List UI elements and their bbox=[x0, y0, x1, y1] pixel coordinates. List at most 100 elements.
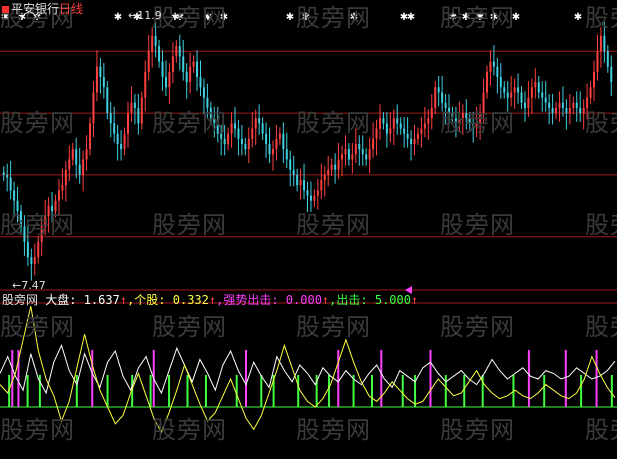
indicator-item-name: ,出击: bbox=[329, 293, 375, 307]
watermark: 股旁网 bbox=[152, 109, 227, 137]
candle-body bbox=[116, 133, 119, 144]
candle-body bbox=[106, 87, 109, 114]
up-arrow-icon: ↑ bbox=[119, 293, 128, 307]
candle-body bbox=[158, 46, 161, 62]
candle-body bbox=[196, 61, 199, 77]
candle-body bbox=[133, 102, 136, 108]
candle-body bbox=[306, 190, 309, 196]
watermark: 股旁网 bbox=[0, 416, 75, 444]
red-square-icon bbox=[2, 6, 9, 13]
candle-body bbox=[548, 102, 551, 108]
candle-body bbox=[503, 87, 506, 93]
candle-body bbox=[30, 257, 33, 265]
candle-body bbox=[89, 123, 92, 150]
candle-body bbox=[596, 51, 599, 72]
candle-body bbox=[178, 46, 181, 57]
candle-body bbox=[268, 144, 271, 155]
watermark: 股旁网 bbox=[0, 211, 75, 239]
watermark: 股旁网 bbox=[585, 4, 617, 32]
candle-body bbox=[99, 66, 102, 77]
candle-body bbox=[6, 174, 9, 178]
watermark: 股旁网 bbox=[585, 211, 617, 239]
candle-body bbox=[561, 102, 564, 108]
candle-body bbox=[382, 118, 385, 124]
candle-body bbox=[37, 241, 40, 258]
candle-body bbox=[399, 123, 402, 129]
candle-body bbox=[375, 128, 378, 139]
candle-body bbox=[434, 87, 437, 108]
candle-body bbox=[64, 169, 67, 186]
candle-body bbox=[120, 144, 123, 150]
candle-body bbox=[254, 118, 257, 129]
candle-body bbox=[68, 159, 71, 170]
period-label[interactable]: 日线 bbox=[59, 2, 83, 16]
candle-body bbox=[33, 257, 36, 265]
watermark: 股旁网 bbox=[440, 416, 515, 444]
candle-body bbox=[568, 107, 571, 114]
high-price-label: ←11.9 bbox=[128, 9, 162, 22]
candle-body bbox=[423, 123, 426, 129]
candle-body bbox=[413, 138, 416, 144]
candle-body bbox=[555, 107, 558, 114]
candle-body bbox=[244, 144, 247, 150]
candle-body bbox=[354, 144, 357, 155]
candle-body bbox=[361, 149, 364, 155]
candle-body bbox=[57, 190, 60, 201]
candle-body bbox=[610, 66, 613, 83]
candle-body bbox=[410, 138, 413, 144]
indicator-legend: 股旁网 大盘: 1.637↑,个股: 0.332↑,强势出击: 0.000↑,出… bbox=[2, 291, 418, 308]
candle-body bbox=[368, 149, 371, 160]
candle-body bbox=[320, 180, 323, 191]
chart-stage: ✱✱✱✱✱✱✱✱✱✱✱✱✱✱✱✱✱✱✱✱ 股旁网 股旁网 股旁网 股旁网 股旁网… bbox=[0, 0, 617, 459]
candle-body bbox=[171, 56, 174, 72]
watermark: 股旁网 bbox=[296, 109, 371, 137]
watermark: 股旁网 bbox=[152, 4, 227, 32]
watermark: 股旁网 bbox=[585, 416, 617, 444]
candle-body bbox=[9, 177, 12, 191]
candle-body bbox=[603, 35, 606, 52]
indicator-item-name: ,强势出击: bbox=[216, 293, 286, 307]
candle-body bbox=[427, 118, 430, 124]
candle-body bbox=[403, 128, 406, 134]
candle-body bbox=[513, 87, 516, 93]
candle-body bbox=[441, 92, 444, 103]
candle-body bbox=[258, 118, 261, 124]
candle-body bbox=[523, 102, 526, 108]
top-marker: ✱ bbox=[286, 12, 294, 23]
candle-body bbox=[199, 77, 202, 88]
candle-body bbox=[541, 92, 544, 98]
watermark: 股旁网 bbox=[152, 313, 227, 341]
candle-body bbox=[126, 113, 129, 134]
candle-body bbox=[189, 66, 192, 83]
candle-body bbox=[385, 123, 388, 134]
candle-body bbox=[113, 123, 116, 134]
candle-body bbox=[147, 51, 150, 72]
candle-body bbox=[168, 71, 171, 88]
watermark: 股旁网 bbox=[296, 416, 371, 444]
candle-body bbox=[372, 138, 375, 150]
candle-body bbox=[278, 133, 281, 139]
candle-body bbox=[544, 97, 547, 103]
candle-body bbox=[534, 82, 537, 88]
candle-body bbox=[351, 154, 354, 160]
candle-body bbox=[151, 35, 154, 52]
candle-body bbox=[593, 71, 596, 88]
candle-body bbox=[337, 159, 340, 170]
candle-body bbox=[517, 87, 520, 93]
candle-body bbox=[420, 128, 423, 134]
candle-body bbox=[223, 138, 226, 144]
watermark: 股旁网 bbox=[296, 211, 371, 239]
candle-body bbox=[102, 77, 105, 88]
watermark: 股旁网 bbox=[440, 4, 515, 32]
candle-body bbox=[378, 118, 381, 129]
candle-body bbox=[303, 180, 306, 191]
up-arrow-icon: ↑ bbox=[410, 293, 419, 307]
candle-body bbox=[296, 174, 299, 186]
candle-body bbox=[78, 164, 81, 175]
candle-body bbox=[510, 92, 513, 98]
candle-body bbox=[251, 128, 254, 139]
stock-name[interactable]: 平安银行 bbox=[11, 2, 59, 16]
candle-body bbox=[575, 102, 578, 108]
candle-body bbox=[192, 61, 195, 67]
candle-body bbox=[558, 102, 561, 108]
